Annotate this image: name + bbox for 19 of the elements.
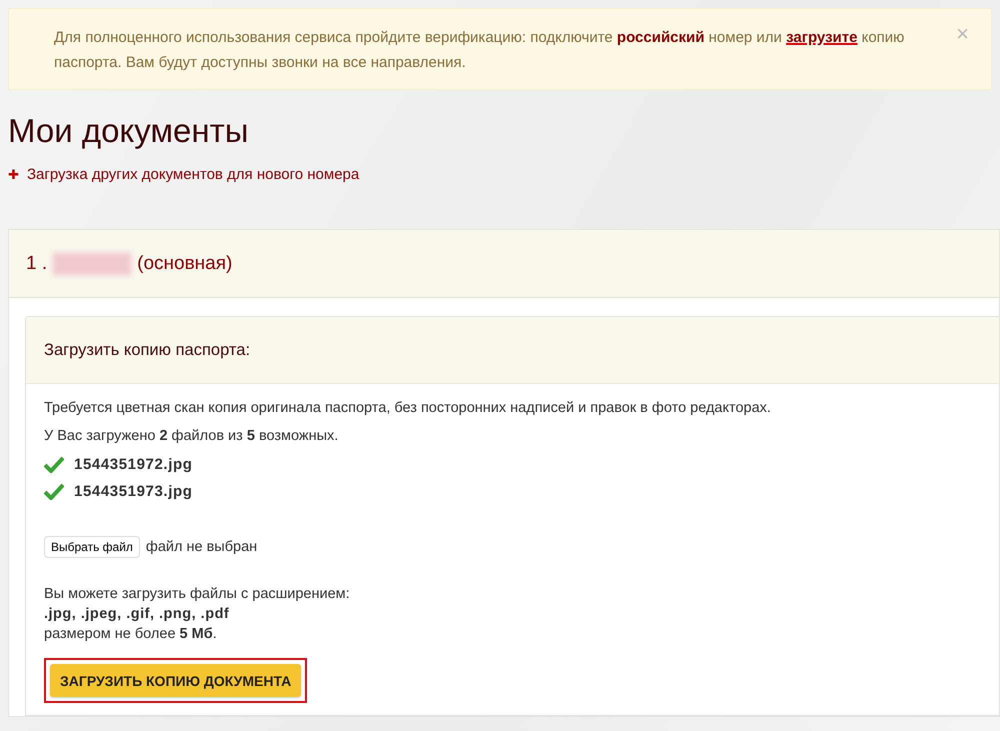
choose-file-button[interactable]: Выбрать файл (44, 536, 140, 558)
alert-message: Для полноценного использования сервиса пройдите верификацию: подключите российский номер или загрузите копию паспорта. Вам будут доступны звонки на все направления. (54, 28, 906, 73)
formats-list: .jpg, .jpeg, .gif, .png, .pdf (44, 604, 981, 624)
upload-link[interactable]: загрузите (786, 29, 858, 46)
requirement-text: Требуется цветная скан копия оригинала паспорта, без посторонних надписей и правок в фото редакторах. (44, 400, 772, 416)
file-status: файл не выбран (146, 539, 258, 555)
plus-icon: ✚ (8, 167, 19, 182)
add-documents-link[interactable]: Загрузка других документов для нового номера (27, 166, 360, 183)
formats-intro: Вы можете загрузить файлы с расширением: (44, 585, 351, 604)
number-index: 1 . (26, 252, 48, 274)
file-name: 1544351972.jpg (74, 456, 192, 473)
file-name: 1544351973.jpg (74, 483, 192, 500)
size-limit-text: размером не более 5 Мб. (44, 625, 218, 644)
upload-document-button[interactable]: ЗАГРУЗИТЬ КОПИЮ ДОКУМЕНТА (50, 664, 302, 697)
page-title: Мои документы (8, 112, 250, 150)
panel-title: Загрузить копию паспорта: (44, 340, 250, 360)
upload-count-text: У Вас загружено 2 файлов из 5 возможных. (44, 428, 340, 444)
country-link[interactable]: российский (616, 29, 704, 46)
number-label: (основная) (137, 252, 232, 274)
